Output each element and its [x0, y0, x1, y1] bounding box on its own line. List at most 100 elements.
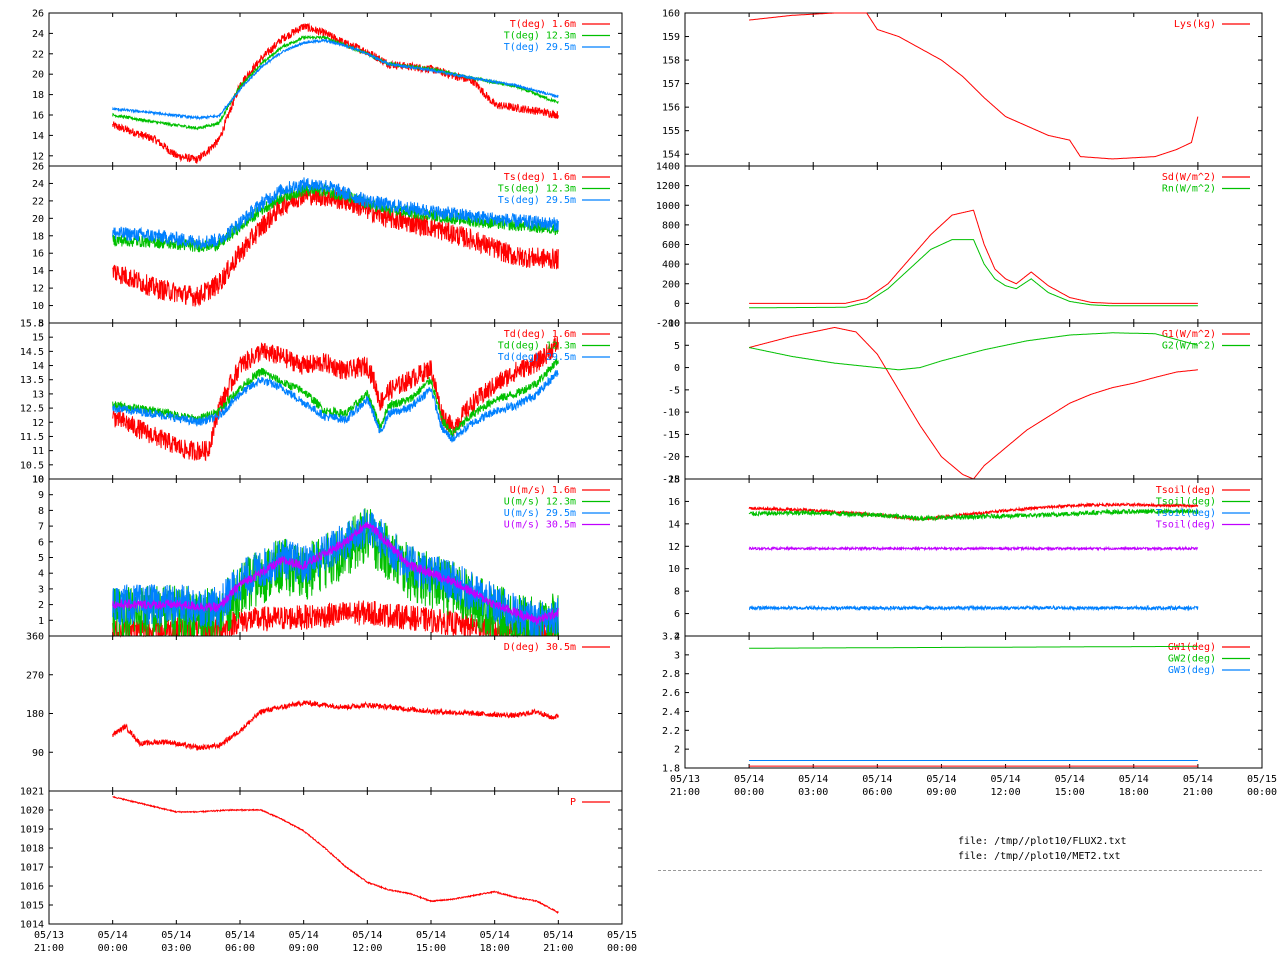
legend-label: Rn(W/m^2)	[1162, 184, 1216, 195]
legend-label: G1(W/m^2)	[1162, 329, 1216, 340]
y-tick-label: 5	[674, 341, 680, 352]
panel-G: -25-20-15-10-50510G1(W/m^2)G2(W/m^2)	[662, 319, 1263, 486]
y-tick-label: 360	[26, 632, 44, 643]
x-tick-date: 05/14	[926, 774, 956, 785]
series-line	[748, 545, 1199, 552]
y-tick-label: 1018	[20, 844, 44, 855]
x-tick-date: 05/14	[798, 774, 828, 785]
legend-label: U(m/s) 30.5m	[504, 520, 576, 531]
y-tick-label: 8	[674, 587, 680, 598]
y-tick-label: 14	[32, 361, 44, 372]
legend-label: U(m/s) 29.5m	[504, 508, 576, 519]
y-tick-label: 20	[32, 214, 44, 225]
x-tick-time: 15:00	[1055, 787, 1085, 798]
x-tick-date: 05/14	[734, 774, 764, 785]
y-tick-label: 18	[32, 231, 44, 242]
panel-D: 90 180 270 360 D(deg) 30.5m	[26, 632, 623, 792]
y-tick-label: 1000	[656, 201, 680, 212]
x-tick-date: 05/14	[1055, 774, 1085, 785]
legend-label: P	[570, 797, 576, 808]
y-tick-label: 1	[38, 616, 44, 627]
y-tick-label: -5	[668, 385, 680, 396]
y-tick-label: 10	[32, 301, 44, 312]
y-tick-label: 12	[668, 542, 680, 553]
series-line	[749, 239, 1198, 309]
y-tick-label: 600	[662, 240, 680, 251]
file-label-met: file: /tmp//plot10/MET2.txt	[958, 851, 1121, 862]
y-tick-label: 2.4	[662, 707, 680, 718]
x-tick-time: 18:00	[480, 943, 510, 954]
y-tick-label: 0	[674, 363, 680, 374]
x-tick-time: 12:00	[991, 787, 1021, 798]
y-tick-label: 1.8	[662, 764, 680, 775]
x-tick-date: 05/13	[670, 774, 700, 785]
y-tick-label: 160	[662, 9, 680, 20]
file-info: file: /tmp//plot10/FLUX2.txt file: /tmp/…	[958, 834, 1127, 864]
y-tick-label: 24	[32, 29, 44, 40]
legend-label: Ts(deg) 1.6m	[504, 172, 576, 183]
panel-Td: 10 10.5 11 11.5 12 12.5 13 13.5 14 14.5 15 15.5 Td(d…	[20, 319, 623, 486]
x-tick-time: 00:00	[734, 787, 764, 798]
x-tick-time: 09:00	[926, 787, 956, 798]
x-tick-date: 05/14	[480, 930, 510, 941]
y-tick-label: 10	[32, 475, 44, 486]
x-tick-date: 05/14	[98, 930, 128, 941]
y-tick-label: 1021	[20, 787, 44, 798]
y-tick-label: 1016	[20, 882, 44, 893]
y-tick-label: 10	[668, 319, 680, 330]
dashboard-svg: 1214161820222426T(deg) 1.6mT(deg) 12.3mT…	[20, 9, 1277, 955]
x-tick-time: 15:00	[416, 943, 446, 954]
legend-label: T(deg) 29.5m	[504, 42, 576, 53]
y-tick-label: 10.5	[20, 460, 44, 471]
y-tick-label: 180	[26, 709, 44, 720]
separator-line	[658, 870, 1262, 871]
legend-label: U(m/s) 1.6m	[510, 485, 576, 496]
y-tick-label: 1020	[20, 806, 44, 817]
panel-T: 1214161820222426T(deg) 1.6mT(deg) 12.3mT…	[32, 9, 623, 167]
series-line	[748, 12, 1199, 160]
y-tick-label: 12	[32, 284, 44, 295]
legend-label: G2(W/m^2)	[1162, 341, 1216, 352]
x-tick-time: 21:00	[670, 787, 700, 798]
legend-label: T(deg) 12.3m	[504, 31, 576, 42]
y-tick-label: 156	[662, 103, 680, 114]
x-tick-time: 03:00	[161, 943, 191, 954]
y-tick-label: 2.8	[662, 669, 680, 680]
series-line	[748, 332, 1199, 371]
y-tick-label: 158	[662, 56, 680, 67]
x-tick-date: 05/13	[34, 930, 64, 941]
y-tick-label: 16	[668, 497, 680, 508]
x-tick-date: 05/14	[289, 930, 319, 941]
y-tick-label: 1019	[20, 825, 44, 836]
y-tick-label: 0	[674, 299, 680, 310]
y-tick-label: 10	[668, 564, 680, 575]
x-tick-time: 00:00	[1247, 787, 1277, 798]
y-tick-label: 400	[662, 260, 680, 271]
series-line	[748, 604, 1199, 612]
y-tick-label: 16	[32, 249, 44, 260]
x-tick-time: 00:00	[607, 943, 637, 954]
series-line	[112, 38, 559, 121]
y-tick-label: 14	[32, 131, 44, 142]
y-tick-label: 159	[662, 32, 680, 43]
y-tick-label: -20	[662, 452, 680, 463]
x-tick-time: 21:00	[34, 943, 64, 954]
panel-GW: 1.8 2 2.2 2.4 2.6 2.8 3 3.2 GW1(deg)GW2(deg)GW3(…	[662, 632, 1263, 775]
panel-frame	[684, 12, 1263, 167]
y-tick-label: 14.5	[20, 347, 44, 358]
y-tick-label: 800	[662, 220, 680, 231]
y-tick-label: 90	[32, 748, 44, 759]
y-tick-label: 20	[32, 70, 44, 81]
y-tick-label: 12.5	[20, 404, 44, 415]
x-tick-time: 06:00	[862, 787, 892, 798]
y-tick-label: 9	[38, 490, 44, 501]
y-tick-label: 1014	[20, 920, 44, 931]
x-tick-date: 05/14	[416, 930, 446, 941]
legend-label: Ts(deg) 29.5m	[498, 195, 576, 206]
legend-label: GW2(deg)	[1168, 654, 1216, 665]
x-tick-date: 05/14	[991, 774, 1021, 785]
y-tick-label: 18	[668, 475, 680, 486]
x-tick-date: 05/15	[1247, 774, 1277, 785]
series-line	[112, 369, 559, 443]
x-tick-time: 21:00	[1183, 787, 1213, 798]
